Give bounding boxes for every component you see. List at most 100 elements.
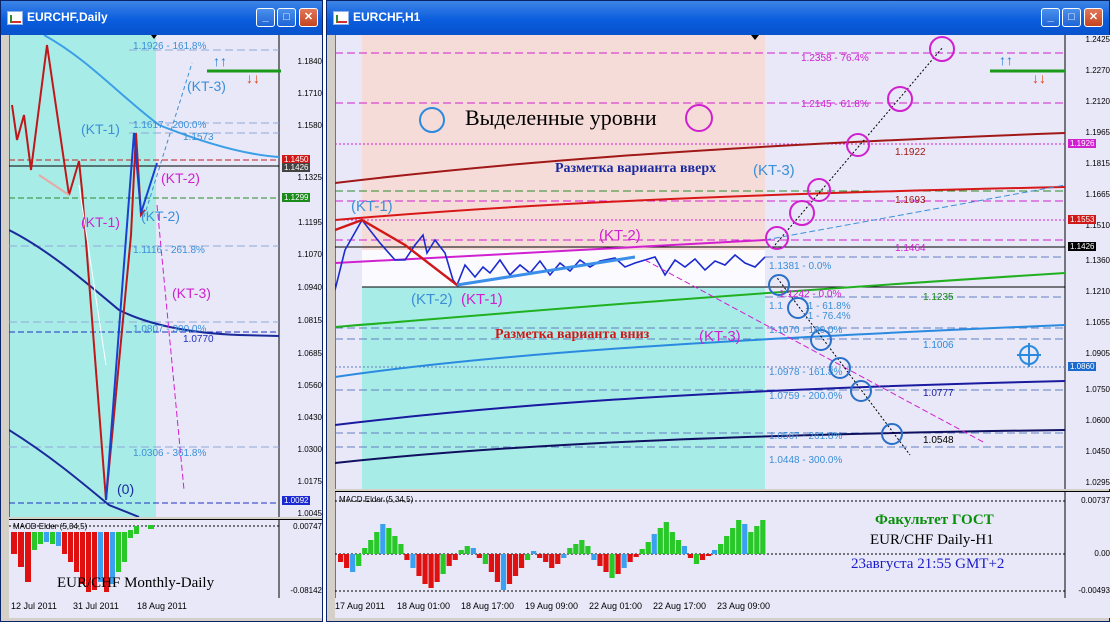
close-button[interactable]: ✕ (299, 8, 318, 27)
left-price-svg: ↑↑ ↓↓ (9, 35, 281, 517)
price-axis-label: 1.1710 (297, 89, 322, 98)
minimize-button[interactable]: _ (1041, 8, 1060, 27)
right-chart-window: EURCHF,H1 _ □ ✕ ↑↑ ↓↓ Выделенные уровни … (326, 0, 1110, 622)
fib-label-down: 1.0548 (923, 435, 954, 446)
price-badge-green: 1.1299 (282, 193, 311, 202)
right-price-svg: ↑↑ ↓↓ (335, 35, 1066, 489)
left-window-titlebar[interactable]: EURCHF,Daily _ □ ✕ (1, 1, 322, 35)
wave-label-kt3: (KT-3) (187, 78, 226, 94)
level-circle-up (807, 178, 831, 202)
fib-label: 1.1926 - 161.8% (133, 41, 207, 52)
wave-label-kt1: (KT-1) (351, 198, 393, 215)
price-axis-label: 1.0815 (297, 316, 322, 325)
maximize-button[interactable]: □ (1062, 8, 1081, 27)
fib-label: 1.0306 - 361.8% (133, 448, 207, 459)
price-axis-label: 1.1840 (297, 57, 322, 66)
wave-label-kt1: (KT-1) (81, 121, 120, 137)
fib-label-down: 1.0777 (923, 388, 954, 399)
wave-label-kt2: (KT-2) (411, 291, 453, 308)
fib-label: 1.1116 - 261.8% (133, 245, 205, 256)
right-macd-panel[interactable]: MACD Elder (5,34,5) 0.00737 0.00 -0.0049… (335, 491, 1110, 598)
right-window-titlebar[interactable]: EURCHF,H1 _ □ ✕ (327, 1, 1109, 35)
svg-text:↑↑: ↑↑ (999, 52, 1013, 68)
wave-label-kt1: (KT-1) (81, 214, 120, 230)
fib-label: 1.1617 - 200.0% (133, 120, 207, 131)
left-date-axis: 12 Jul 2011 31 Jul 2011 18 Aug 2011 (9, 598, 322, 618)
fib-label-down: 1.1381 - 0.0% (769, 261, 832, 272)
price-badge-gray: 1.1426 (282, 163, 311, 172)
fib-label: 1.1573 (183, 132, 214, 143)
caption-line-1: Факультет ГОСТ (875, 512, 994, 528)
price-axis-label: 1.1965 (1085, 128, 1110, 137)
date-label: 17 Aug 2011 (335, 601, 385, 611)
right-date-axis: 17 Aug 2011 18 Aug 01:00 18 Aug 17:00 19… (335, 598, 1110, 618)
close-button[interactable]: ✕ (1084, 8, 1103, 27)
price-axis-label: 1.0940 (297, 283, 322, 292)
left-price-chart[interactable]: ↑↑ ↓↓ 1.1926 - 161.8% 1.1617 - 200.0% 1.… (9, 35, 322, 518)
price-axis-label: 1.1055 (1085, 318, 1110, 327)
price-axis-label: 1.0450 (1085, 447, 1110, 456)
price-axis-label: 1.1070 (297, 250, 322, 259)
level-circle-down (850, 380, 872, 402)
price-axis-label: 1.0905 (1085, 349, 1110, 358)
right-window-title: EURCHF,H1 (353, 10, 421, 24)
price-axis-label: 1.0600 (1085, 416, 1110, 425)
fib-label-down: 1.0567 - 261.8% (769, 431, 843, 442)
legend-text: Выделенные уровни (465, 105, 657, 130)
right-price-chart[interactable]: ↑↑ ↓↓ Выделенные уровни Разметка вариант… (335, 35, 1110, 489)
fib-label-down: 1.1235 (923, 292, 954, 303)
caption-line-2: EUR/CHF Daily-H1 (870, 532, 994, 548)
fib-label-down: 1.1070 - 100.0% (769, 325, 843, 336)
macd-title: MACD Elder (5,34,5) (339, 495, 414, 504)
price-axis-label: 1.0560 (297, 381, 322, 390)
macd-title: MACD Elder (5,34,5) (13, 522, 88, 531)
price-axis-label: 1.1815 (1085, 159, 1110, 168)
maximize-button[interactable]: □ (277, 8, 296, 27)
macd-level: 0.00 (1094, 549, 1110, 558)
pink-zone (362, 35, 765, 250)
wave-label-kt2: (KT-2) (161, 170, 200, 186)
price-badge-black: 1.1426 (1068, 242, 1097, 251)
price-axis-label: 1.1210 (1085, 287, 1110, 296)
down-note: Разметка варианта вниз (495, 327, 650, 342)
fib-label-down: 1.0448 - 300.0% (769, 455, 843, 466)
price-axis-label: 1.0300 (297, 445, 322, 454)
date-label: 18 Aug 01:00 (397, 601, 451, 611)
macd-histogram (338, 520, 766, 590)
price-axis-label: 1.0295 (1085, 478, 1110, 487)
fib-label-up: 1.1464 (895, 243, 926, 254)
price-axis-label: 1.1580 (297, 121, 322, 130)
price-axis-label: 1.0685 (297, 349, 322, 358)
date-label: 23 Aug 09:00 (717, 601, 771, 611)
fib-label-down: 1.1006 (923, 340, 954, 351)
fib-label-up: 1.2358 - 76.4% (801, 53, 869, 64)
price-axis-label: 1.2425 (1085, 35, 1110, 44)
fib-label-down: .1 - 76.4% (805, 311, 851, 322)
fib-label-down: 1.1242 - 0.0% (779, 289, 842, 300)
wave-label-kt3: (KT-3) (699, 328, 741, 345)
fib-label-down: 1.0978 - 161.8% (769, 367, 843, 378)
price-axis-label: 1.2120 (1085, 97, 1110, 106)
date-label: 18 Aug 17:00 (461, 601, 515, 611)
wave-label-kt1: (KT-1) (461, 291, 503, 308)
wave-label-zero: (0) (117, 481, 135, 497)
date-label: 22 Aug 01:00 (589, 601, 643, 611)
minimize-button[interactable]: _ (256, 8, 275, 27)
price-axis-label: 1.1195 (298, 218, 322, 227)
left-macd-panel[interactable]: MACD Elder (5,34,5) 0.00747 -0.08142 EUR… (9, 519, 322, 598)
left-window-title: EURCHF,Daily (27, 10, 108, 24)
price-axis-label: 1.1360 (1085, 256, 1110, 265)
price-badge-red: 1.1553 (1068, 215, 1097, 224)
price-axis-label: 1.0045 (297, 509, 322, 518)
price-badge-blue: 1.0860 (1068, 362, 1097, 371)
up-note: Разметка варианта вверх (555, 161, 717, 176)
cyan-zone (362, 287, 765, 489)
svg-text:↑↑: ↑↑ (213, 53, 227, 69)
macd-level: -0.00493 (1078, 586, 1110, 595)
wave-label-kt3: (KT-3) (172, 285, 211, 301)
price-axis-label: 1.2270 (1085, 66, 1110, 75)
chart-window-icon (7, 11, 23, 25)
date-label: 12 Jul 2011 (11, 601, 57, 611)
price-badge-magenta: 1.1926 (1068, 139, 1097, 148)
fib-label-down: 1.0759 - 200.0% (769, 391, 843, 402)
